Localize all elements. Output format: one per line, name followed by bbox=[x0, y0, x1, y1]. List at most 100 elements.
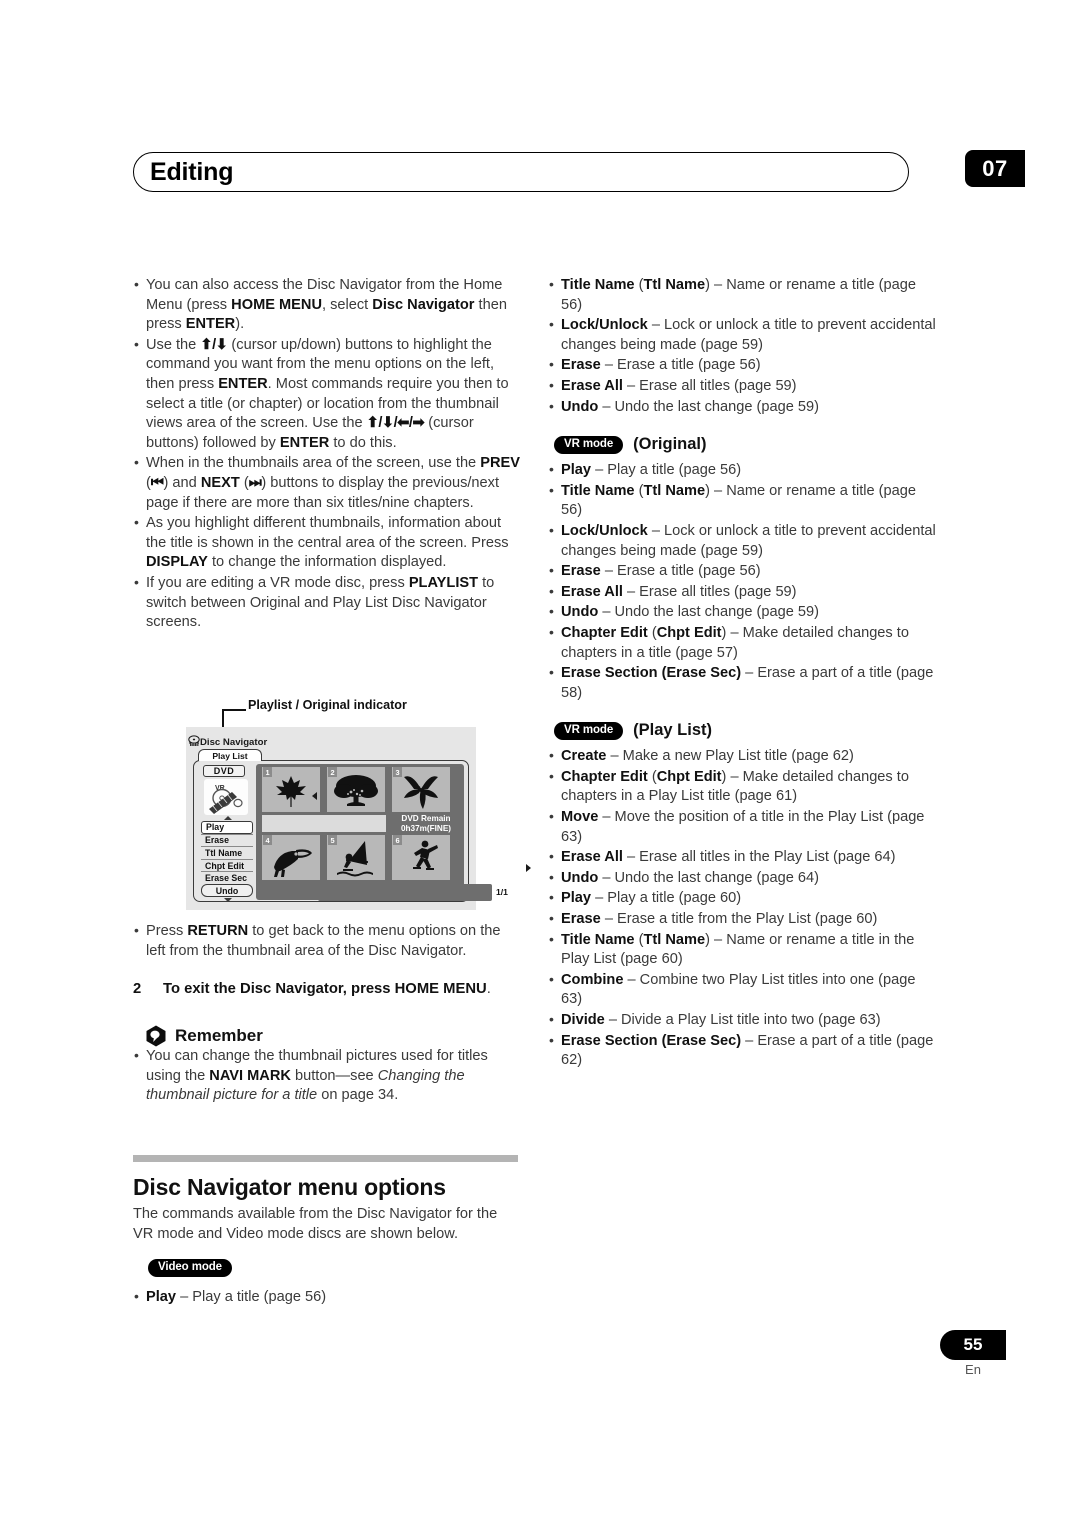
left-column: You can also access the Disc Navigator f… bbox=[133, 275, 523, 634]
bullet-pl-title-name: Title Name (Ttl Name) – Name or rename a… bbox=[548, 930, 940, 970]
disc-navigator-screen: Disc Navigator Play List DVD VR Play Era… bbox=[186, 727, 531, 910]
bullet-orig-erase-all: Erase All – Erase all titles (page 59) bbox=[548, 582, 940, 603]
bullet-video-lock-unlock: Lock/Unlock – Lock or unlock a title to … bbox=[548, 315, 940, 355]
vr-mode-original-heading: VR mode (Original) bbox=[548, 435, 940, 454]
thumbnail-number: 6 bbox=[393, 835, 402, 845]
exit-step: 2 To exit the Disc Navigator, press HOME… bbox=[133, 979, 523, 999]
thumbnail-number: 2 bbox=[328, 767, 337, 777]
bullet-orig-lock-unlock: Lock/Unlock – Lock or unlock a title to … bbox=[548, 521, 940, 561]
next-page-arrow-icon[interactable] bbox=[526, 864, 531, 872]
bullet-display-info: As you highlight different thumbnails, i… bbox=[133, 513, 523, 573]
dn-menu-item-erase[interactable]: Erase bbox=[201, 833, 253, 847]
right-column: Title Name (Ttl Name) – Name or rename a… bbox=[548, 275, 940, 1072]
dn-menu-item-label: Chpt Edit bbox=[205, 860, 245, 871]
playlist-bullet-list: Create – Make a new Play List title (pag… bbox=[548, 746, 940, 1071]
language-code: En bbox=[965, 1362, 981, 1377]
bullet-pl-erase-section: Erase Section (Erase Sec) – Erase a part… bbox=[548, 1031, 940, 1071]
bullet-navi-mark: You can change the thumbnail pictures us… bbox=[133, 1046, 523, 1106]
bullet-video-erase-all: Erase All – Erase all titles (page 59) bbox=[548, 376, 940, 397]
video-mode-bullet-list: Play – Play a title (page 56) bbox=[133, 1287, 518, 1308]
bullet-prev-next-paging: When in the thumbnails area of the scree… bbox=[133, 453, 523, 513]
vr-mode-badge-playlist: VR mode bbox=[554, 721, 624, 740]
bullet-pl-erase-all: Erase All – Erase all titles in the Play… bbox=[548, 847, 940, 868]
dvd-chip: DVD bbox=[203, 765, 245, 777]
vr-mode-playlist-heading: VR mode (Play List) bbox=[548, 721, 940, 740]
section-title: Disc Navigator menu options bbox=[133, 1174, 446, 1200]
chapter-number-tab: 07 bbox=[965, 150, 1025, 187]
bullet-orig-erase-section: Erase Section (Erase Sec) – Erase a part… bbox=[548, 663, 940, 703]
thumbnail-number: 3 bbox=[393, 767, 402, 777]
disc-navigator-menu-options-section: Disc Navigator menu options The commands… bbox=[133, 1155, 518, 1244]
figure-callout-label: Playlist / Original indicator bbox=[248, 698, 407, 712]
dn-menu-item-label: Play bbox=[206, 822, 225, 833]
bullet-cursor-buttons: Use the ⬆/⬇ (cursor up/down) buttons to … bbox=[133, 335, 523, 454]
dvd-remain-value: 0h37m(FINE) bbox=[400, 823, 452, 833]
playlist-original-indicator-tab[interactable]: Play List bbox=[198, 749, 262, 761]
bullet-video-title-name: Title Name (Ttl Name) – Name or rename a… bbox=[548, 275, 940, 315]
bullet-orig-chapter-edit: Chapter Edit (Chpt Edit) – Make detailed… bbox=[548, 623, 940, 663]
disc-navigator-screen-title: Disc Navigator bbox=[200, 737, 268, 748]
bullet-video-undo: Undo – Undo the last change (page 59) bbox=[548, 397, 940, 418]
bullet-home-menu-access: You can also access the Disc Navigator f… bbox=[133, 275, 523, 335]
menu-scroll-up-caret[interactable] bbox=[224, 816, 232, 820]
prev-page-arrow-icon[interactable] bbox=[312, 792, 317, 800]
original-bullet-list: Play – Play a title (page 56)Title Name … bbox=[548, 460, 940, 703]
dn-menu-item-label: Erase Sec bbox=[205, 873, 248, 884]
bullet-orig-erase: Erase – Erase a title (page 56) bbox=[548, 561, 940, 582]
bullet-pl-create: Create – Make a new Play List title (pag… bbox=[548, 746, 940, 767]
bullet-orig-title-name: Title Name (Ttl Name) – Name or rename a… bbox=[548, 481, 940, 521]
bullet-orig-undo: Undo – Undo the last change (page 59) bbox=[548, 602, 940, 623]
menu-scroll-down-caret[interactable] bbox=[224, 898, 232, 902]
bullet-return-button: Press RETURN to get back to the menu opt… bbox=[133, 921, 523, 961]
step-tail: . bbox=[486, 981, 491, 998]
undo-button[interactable]: Undo bbox=[201, 884, 253, 897]
remember-heading: Remember bbox=[133, 1025, 523, 1047]
thumbnail-number: 5 bbox=[328, 835, 337, 845]
video-mode-badge-wrap: Video mode bbox=[148, 1259, 232, 1277]
dn-menu-item-label: Erase bbox=[205, 835, 229, 846]
thumbnail-6[interactable]: 6 bbox=[392, 835, 450, 880]
title-info-bar bbox=[262, 815, 386, 832]
step-number: 2 bbox=[133, 981, 142, 998]
bullet-pl-divide: Divide – Divide a Play List title into t… bbox=[548, 1010, 940, 1031]
original-caption: (Original) bbox=[633, 435, 707, 454]
thumbnail-2[interactable]: 2 bbox=[327, 767, 385, 812]
video-mode-badge: Video mode bbox=[148, 1259, 232, 1277]
thumbnail-1[interactable]: 1 bbox=[262, 767, 320, 812]
dn-menu-item-erase-sec[interactable]: Erase Sec bbox=[201, 871, 253, 884]
callout-leader-horizontal bbox=[222, 709, 246, 711]
thumbnail-3[interactable]: 3 bbox=[392, 767, 450, 812]
bullet-pl-undo: Undo – Undo the last change (page 64) bbox=[548, 868, 940, 889]
disc-navigator-figure: Playlist / Original indicator Disc Navig… bbox=[186, 698, 531, 910]
remember-hex-icon bbox=[145, 1025, 167, 1047]
header-pill-outline bbox=[133, 152, 909, 192]
playlist-caption: (Play List) bbox=[633, 721, 713, 740]
bullet-pl-play: Play – Play a title (page 60) bbox=[548, 888, 940, 909]
thumbnail-number: 4 bbox=[263, 835, 272, 845]
left-bullet-list: You can also access the Disc Navigator f… bbox=[133, 275, 523, 633]
bullet-pl-erase: Erase – Erase a title from the Play List… bbox=[548, 909, 940, 930]
vr-mode-badge-original: VR mode bbox=[554, 435, 624, 454]
thumbnail-4[interactable]: 4 bbox=[262, 835, 320, 880]
dvd-remain-label: DVD Remain bbox=[401, 814, 451, 823]
video-mode-continued-list: Title Name (Ttl Name) – Name or rename a… bbox=[548, 275, 940, 418]
video-mode-commands: Play – Play a title (page 56) bbox=[133, 1287, 518, 1309]
remember-label: Remember bbox=[175, 1026, 263, 1046]
section-divider bbox=[133, 1155, 518, 1162]
page-number-badge: 55 bbox=[940, 1330, 1006, 1360]
dn-menu-item-label: Ttl Name bbox=[205, 847, 243, 858]
disc-navigator-body: DVD VR Play Erase Ttl Name Chpt Edit Era… bbox=[193, 760, 531, 902]
disc-navigator-sidebar: DVD VR Play Erase Ttl Name Chpt Edit Era… bbox=[200, 764, 256, 902]
dn-menu-item-chpt-edit[interactable]: Chpt Edit bbox=[201, 858, 253, 872]
bullet-video-play: Play – Play a title (page 56) bbox=[133, 1287, 518, 1308]
thumbnail-5[interactable]: 5 bbox=[327, 835, 385, 880]
dn-menu-item-ttl-name[interactable]: Ttl Name bbox=[201, 846, 253, 859]
dn-menu-item-play[interactable]: Play bbox=[201, 821, 253, 834]
step-text: To exit the Disc Navigator, press HOME M… bbox=[163, 981, 487, 998]
left-column-lower: Press RETURN to get back to the menu opt… bbox=[133, 921, 523, 1107]
bullet-video-erase: Erase – Erase a title (page 56) bbox=[548, 355, 940, 376]
manual-page: Editing 07 You can also access the Disc … bbox=[0, 0, 1080, 1528]
page-header: Editing bbox=[133, 152, 909, 192]
section-intro: The commands available from the Disc Nav… bbox=[133, 1206, 498, 1242]
page-title: Editing bbox=[150, 158, 234, 186]
